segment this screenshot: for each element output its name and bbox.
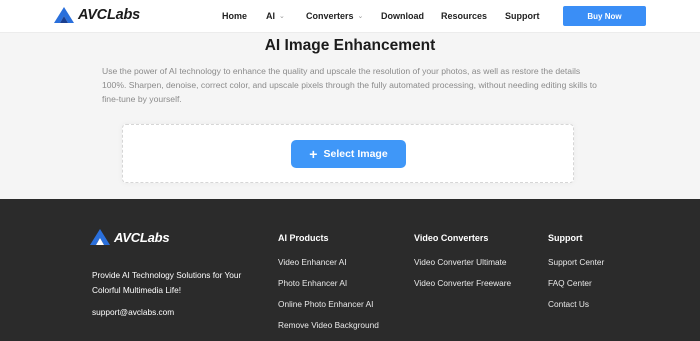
nav-download-label: Download — [381, 11, 424, 21]
select-image-button[interactable]: + Select Image — [291, 140, 406, 168]
footer-link-contact-us[interactable]: Contact Us — [548, 299, 589, 309]
footer-link-video-enhancer-ai[interactable]: Video Enhancer AI — [278, 257, 347, 267]
footer-tagline: Provide AI Technology Solutions for Your… — [92, 270, 242, 295]
footer-col-ai-products-title: AI Products — [278, 233, 329, 243]
avclabs-logo-icon — [90, 229, 110, 245]
site-header: AVCLabs Home AI ⌄ Converters ⌄ Download Re… — [0, 0, 700, 33]
select-image-label: Select Image — [323, 148, 388, 160]
page-title: AI Image Enhancement — [264, 37, 436, 54]
nav-converters[interactable]: Converters ⌄ — [306, 11, 363, 21]
footer-link-remove-video-background[interactable]: Remove Video Background — [278, 320, 379, 330]
nav-resources[interactable]: Resources — [441, 11, 487, 21]
nav-support[interactable]: Support — [505, 11, 540, 21]
footer-link-support-center[interactable]: Support Center — [548, 257, 604, 267]
footer-col-support-title: Support — [548, 233, 583, 243]
nav-download[interactable]: Download — [381, 11, 424, 21]
nav-ai[interactable]: AI ⌄ — [266, 11, 285, 21]
footer-col-video-converters-title: Video Converters — [414, 233, 489, 243]
footer-link-photo-enhancer-ai[interactable]: Photo Enhancer AI — [278, 278, 347, 288]
nav-home[interactable]: Home — [222, 11, 247, 21]
footer-link-video-converter-freeware[interactable]: Video Converter Freeware — [414, 278, 511, 288]
buy-now-button[interactable]: Buy Now — [563, 6, 646, 26]
avclabs-logo-icon — [54, 7, 74, 23]
header-logo[interactable]: AVCLabs — [53, 6, 140, 24]
main-content: AI Image Enhancement Use the power of AI… — [0, 33, 700, 199]
nav-resources-label: Resources — [441, 11, 488, 21]
footer-email-link[interactable]: support@avclabs.com — [92, 307, 174, 317]
logo-text: AVCLabs — [78, 7, 140, 23]
nav-home-label: Home — [222, 11, 248, 21]
page-description: Use the power of AI technology to enhanc… — [102, 66, 597, 104]
chevron-down-icon: ⌄ — [279, 13, 285, 20]
footer-logo-text: AVCLabs — [114, 229, 170, 245]
plus-icon: + — [309, 146, 318, 162]
chevron-down-icon: ⌄ — [357, 13, 364, 20]
nav-converters-label: Converters — [306, 11, 354, 21]
footer-link-online-photo-enhancer-ai[interactable]: Online Photo Enhancer AI — [278, 299, 373, 309]
site-footer: AVCLabs Provide AI Technology Solutions … — [0, 199, 700, 341]
nav-ai-label: AI — [266, 11, 275, 21]
nav-support-label: Support — [505, 11, 540, 21]
footer-link-video-converter-ultimate[interactable]: Video Converter Ultimate — [414, 257, 507, 267]
image-drop-zone[interactable]: + Select Image — [122, 124, 574, 183]
footer-link-faq-center[interactable]: FAQ Center — [548, 278, 592, 288]
footer-logo[interactable]: AVCLabs — [89, 228, 170, 246]
